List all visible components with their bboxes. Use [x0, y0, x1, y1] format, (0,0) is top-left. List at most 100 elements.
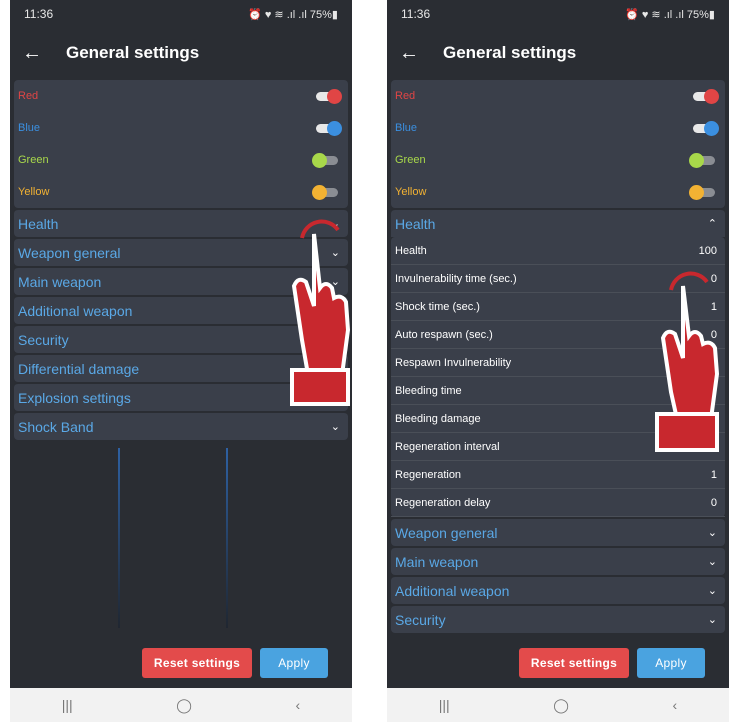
parameter-row[interactable]: Regeneration 1 — [391, 461, 725, 489]
chevron-down-icon: ⌄ — [707, 556, 717, 568]
nav-back-icon[interactable]: ‹ — [296, 697, 301, 713]
home-icon[interactable]: ◯ — [176, 697, 192, 714]
chevron-down-icon: ⌄ — [707, 527, 717, 539]
color-toggle-card: Red Blue Green Yellow — [391, 80, 725, 208]
status-bar: 11:36 ⏰ ♥ ≋ .ıl .ıl 75%▮ — [10, 0, 352, 28]
reset-settings-button[interactable]: Reset settings — [142, 648, 252, 678]
parameter-value[interactable]: 1 — [711, 469, 717, 481]
button-bar: Reset settings Apply — [10, 648, 352, 678]
phone-screen-left: 11:36 ⏰ ♥ ≋ .ıl .ıl 75%▮ ← General setti… — [10, 0, 352, 722]
app-bar: ← General settings — [10, 28, 352, 78]
section-label: Security — [18, 331, 69, 348]
status-bar: 11:36 ⏰ ♥ ≋ .ıl .ıl 75%▮ — [387, 0, 729, 28]
color-label: Blue — [18, 122, 41, 134]
color-label: Blue — [395, 122, 418, 134]
section-main-weapon[interactable]: Main weapon ⌄ — [391, 547, 725, 575]
status-time: 11:36 — [401, 7, 431, 21]
reset-settings-button[interactable]: Reset settings — [519, 648, 629, 678]
section-label: Additional weapon — [18, 302, 133, 319]
page-title: General settings — [66, 43, 200, 62]
toggle-knob — [689, 153, 704, 168]
section-label: Additional weapon — [395, 582, 510, 599]
section-label: Weapon general — [18, 244, 121, 261]
recent-apps-icon[interactable]: ||| — [439, 697, 450, 713]
section-list: Weapon general ⌄ Main weapon ⌄ Additional we… — [391, 518, 725, 633]
toggle-knob — [312, 153, 327, 168]
apply-button[interactable]: Apply — [637, 648, 705, 678]
back-arrow-icon[interactable]: ← — [22, 42, 52, 65]
button-bar: Reset settings Apply — [387, 648, 729, 678]
color-toggle-switch[interactable] — [689, 185, 719, 200]
color-label: Green — [395, 154, 426, 166]
toggle-knob — [312, 185, 327, 200]
color-label: Red — [18, 90, 39, 102]
section-label: Weapon general — [395, 524, 498, 541]
section-label: Differential damage — [18, 360, 140, 377]
system-nav-bar: ||| ◯ ‹ — [10, 688, 352, 722]
parameter-value[interactable]: 100 — [699, 245, 717, 257]
tap-hand-icon — [290, 219, 351, 406]
system-nav-bar: ||| ◯ ‹ — [387, 688, 729, 722]
color-toggle-switch[interactable] — [689, 89, 719, 104]
tap-hand-icon — [655, 271, 720, 452]
color-row-yellow: Yellow — [14, 176, 348, 208]
background-line — [226, 448, 228, 628]
app-bar: ← General settings — [387, 28, 729, 78]
section-label: Main weapon — [395, 553, 479, 570]
chevron-down-icon: ⌄ — [707, 585, 717, 597]
recent-apps-icon[interactable]: ||| — [62, 697, 73, 713]
chevron-down-icon: ⌄ — [707, 614, 717, 626]
color-row-blue: Blue — [391, 112, 725, 144]
section-security[interactable]: Security ⌄ — [391, 605, 725, 633]
back-arrow-icon[interactable]: ← — [399, 42, 429, 65]
parameter-label: Invulnerability time (sec.) — [395, 272, 517, 285]
chevron-up-icon: ⌃ — [707, 218, 717, 230]
phone-screen-right: 11:36 ⏰ ♥ ≋ .ıl .ıl 75%▮ ← General setti… — [387, 0, 729, 722]
section-weapon-general[interactable]: Weapon general ⌄ — [391, 518, 725, 546]
color-row-red: Red — [391, 80, 725, 112]
color-row-green: Green — [14, 144, 348, 176]
color-toggle-switch[interactable] — [689, 121, 719, 136]
color-row-blue: Blue — [14, 112, 348, 144]
parameter-label: Respawn Invulnerability — [395, 356, 512, 369]
section-health-expanded[interactable]: Health ⌃ — [391, 209, 725, 237]
section-label: Shock Band — [18, 418, 94, 435]
color-toggle-switch[interactable] — [312, 89, 342, 104]
section-additional-weapon[interactable]: Additional weapon ⌄ — [391, 576, 725, 604]
parameter-label: Regeneration — [395, 468, 462, 481]
apply-button[interactable]: Apply — [260, 648, 328, 678]
toggle-knob — [327, 89, 342, 104]
color-label: Green — [18, 154, 49, 166]
color-label: Yellow — [395, 186, 427, 198]
toggle-knob — [704, 121, 719, 136]
section-label: Explosion settings — [18, 389, 131, 406]
color-row-yellow: Yellow — [391, 176, 725, 208]
parameter-label: Regeneration delay — [395, 496, 491, 509]
color-toggle-switch[interactable] — [312, 153, 342, 168]
parameter-label: Health — [395, 244, 427, 257]
status-icons: ⏰ ♥ ≋ .ıl .ıl 75%▮ — [625, 8, 715, 21]
section-label: Security — [395, 611, 446, 628]
home-icon[interactable]: ◯ — [553, 697, 569, 714]
color-toggle-switch[interactable] — [689, 153, 719, 168]
color-row-red: Red — [14, 80, 348, 112]
toggle-knob — [689, 185, 704, 200]
section-shock-band[interactable]: Shock Band ⌄ — [14, 412, 348, 440]
parameter-label: Bleeding time — [395, 384, 462, 397]
color-toggle-card: Red Blue Green Yellow — [14, 80, 348, 208]
color-toggle-switch[interactable] — [312, 185, 342, 200]
parameter-value[interactable]: 0 — [711, 497, 717, 509]
parameter-label: Auto respawn (sec.) — [395, 328, 493, 341]
section-label: Main weapon — [18, 273, 102, 290]
toggle-knob — [327, 121, 342, 136]
chevron-down-icon: ⌄ — [330, 421, 340, 433]
nav-back-icon[interactable]: ‹ — [673, 697, 678, 713]
background-line — [118, 448, 120, 628]
color-toggle-switch[interactable] — [312, 121, 342, 136]
parameter-label: Regeneration interval — [395, 440, 500, 453]
page-title: General settings — [443, 43, 577, 62]
section-label: Health — [18, 215, 59, 232]
parameter-row[interactable]: Health 100 — [391, 237, 725, 265]
parameter-label: Bleeding damage — [395, 412, 481, 425]
parameter-row[interactable]: Regeneration delay 0 — [391, 489, 725, 517]
